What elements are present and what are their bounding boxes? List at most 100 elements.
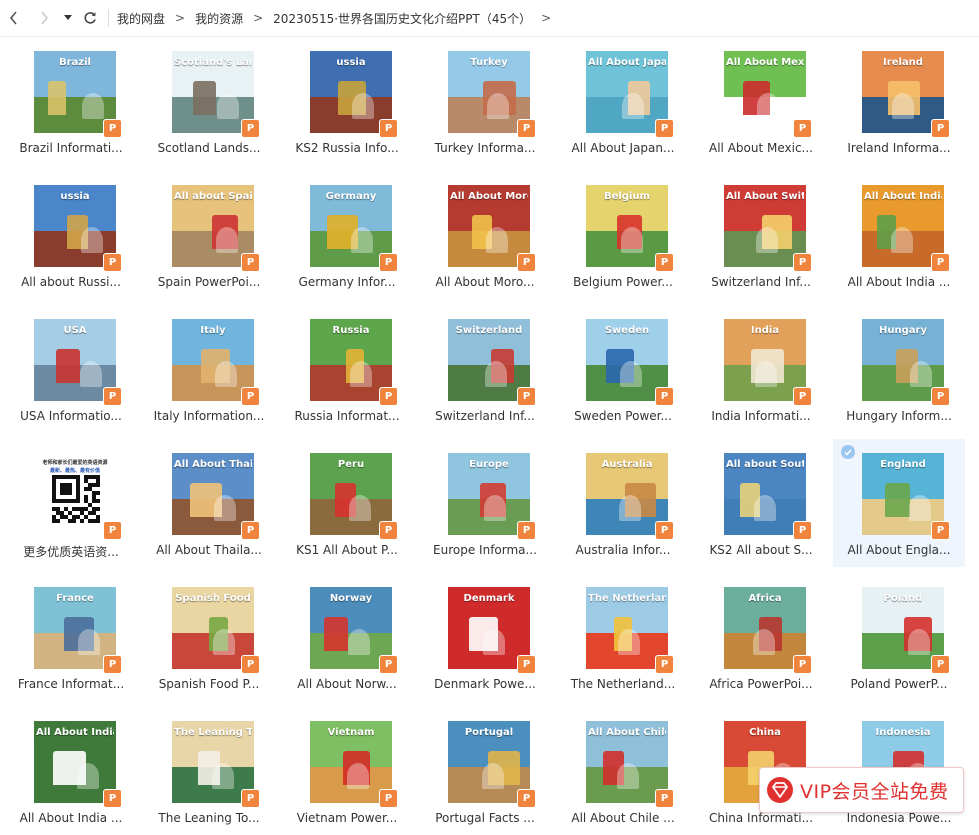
- file-item[interactable]: All About Mexico P All About Mexic...: [695, 37, 827, 165]
- thumbnail-title: Sweden: [604, 325, 650, 336]
- file-item[interactable]: Norway P All About Norw...: [281, 573, 413, 701]
- thumbnail-title: Ireland: [883, 57, 923, 68]
- file-item[interactable]: England P All About Engla...: [833, 439, 965, 567]
- vip-banner[interactable]: VIP会员全站免费: [759, 767, 964, 813]
- file-item[interactable]: All About Switzerland P Switzerland Inf...: [695, 171, 827, 299]
- breadcrumb-item-my-disk[interactable]: 我的网盘: [117, 10, 165, 27]
- file-item[interactable]: Poland P Poland PowerP...: [833, 573, 965, 701]
- file-thumbnail: All about Spain P: [172, 185, 259, 271]
- file-item[interactable]: Spanish Food P Spanish Food P...: [143, 573, 275, 701]
- file-item[interactable]: The Netherlands P The Netherland...: [557, 573, 689, 701]
- file-thumbnail: The Leaning Tower of Pisa P: [172, 721, 259, 807]
- thumbnail-title: Vietnam: [327, 727, 375, 738]
- thumbnail-shape: [484, 495, 506, 521]
- file-item[interactable]: ussia P All about Russi...: [5, 171, 137, 299]
- file-item[interactable]: Italy P Italy Information...: [143, 305, 275, 433]
- file-name: All about Russi...: [21, 275, 121, 289]
- thumbnail-shape: [619, 495, 641, 521]
- file-item[interactable]: Scotland's Landscape P Scotland Lands...: [143, 37, 275, 165]
- file-thumbnail: Brazil P: [34, 51, 121, 137]
- breadcrumb-item-my-resources[interactable]: 我的资源: [195, 10, 243, 27]
- ppt-file-icon: P: [380, 790, 397, 807]
- file-item[interactable]: Switzerland P Switzerland Inf...: [419, 305, 551, 433]
- thumbnail-title: Norway: [329, 593, 373, 604]
- ppt-file-icon: P: [794, 388, 811, 405]
- file-item[interactable]: All About India P All About India ...: [5, 707, 137, 835]
- breadcrumb-separator: >: [175, 11, 186, 25]
- ppt-file-icon: P: [656, 254, 673, 271]
- file-item[interactable]: Europe P Europe Informa...: [419, 439, 551, 567]
- file-item[interactable]: All About Japan P All About Japan...: [557, 37, 689, 165]
- toolbar-separator: [108, 9, 109, 27]
- file-item[interactable]: Africa P Africa PowerPoi...: [695, 573, 827, 701]
- file-name: Spain PowerPoi...: [157, 275, 261, 289]
- selected-check-icon[interactable]: [841, 445, 855, 459]
- file-item[interactable]: All About Chile P All About Chile ...: [557, 707, 689, 835]
- file-item[interactable]: Brazil P Brazil Informati...: [5, 37, 137, 165]
- refresh-button[interactable]: [78, 0, 102, 36]
- file-item[interactable]: Russia P Russia Informat...: [281, 305, 413, 433]
- file-item[interactable]: Peru P KS1 All About P...: [281, 439, 413, 567]
- file-name: Belgium Power...: [573, 275, 673, 289]
- forward-button[interactable]: [32, 0, 56, 36]
- file-thumbnail: All About Chile P: [586, 721, 673, 807]
- file-item[interactable]: Vietnam P Vietnam Power...: [281, 707, 413, 835]
- file-item[interactable]: Turkey P Turkey Informa...: [419, 37, 551, 165]
- thumbnail-title: Indonesia: [875, 727, 931, 738]
- history-dropdown-icon: [64, 15, 72, 20]
- ppt-file-icon: P: [794, 254, 811, 271]
- file-item[interactable]: All about South Korea P KS2 All about S...: [695, 439, 827, 567]
- file-item[interactable]: India P India Informati...: [695, 305, 827, 433]
- file-item[interactable]: Denmark P Denmark Powe...: [419, 573, 551, 701]
- file-item[interactable]: Portugal P Portugal Facts ...: [419, 707, 551, 835]
- thumbnail-shape: [485, 361, 507, 387]
- ppt-file-icon: P: [794, 120, 811, 137]
- ppt-file-icon: P: [380, 254, 397, 271]
- file-item[interactable]: All About India P All About India ...: [833, 171, 965, 299]
- file-item[interactable]: Hungary P Hungary Inform...: [833, 305, 965, 433]
- history-dropdown-button[interactable]: [60, 0, 76, 36]
- file-thumbnail: France P: [34, 587, 121, 673]
- file-name: Spanish Food P...: [158, 677, 260, 691]
- thumbnail-shape: [212, 763, 234, 789]
- thumbnail-title: Peru: [337, 459, 365, 470]
- file-thumbnail: Africa P: [724, 587, 811, 673]
- file-item[interactable]: ussia P KS2 Russia Info...: [281, 37, 413, 165]
- file-item[interactable]: The Leaning Tower of PisaPThe Leaning To…: [143, 707, 275, 835]
- back-button[interactable]: [2, 0, 26, 36]
- thumbnail-title: Russia: [332, 325, 370, 336]
- thumbnail-title: All about South Korea: [726, 459, 804, 470]
- file-item[interactable]: Ireland P Ireland Informa...: [833, 37, 965, 165]
- file-name: All About Japan...: [571, 141, 675, 155]
- thumbnail-shape: [483, 629, 505, 655]
- file-item[interactable]: USA P USA Informatio...: [5, 305, 137, 433]
- file-item[interactable]: France P France Informat...: [5, 573, 137, 701]
- file-item[interactable]: Australia P Australia Infor...: [557, 439, 689, 567]
- ppt-file-icon: P: [932, 120, 949, 137]
- file-name: Brazil Informati...: [19, 141, 123, 155]
- thumbnail-shape: [909, 495, 931, 521]
- file-thumbnail: Australia P: [586, 453, 673, 539]
- file-thumbnail: 老师和家长们最爱的英语资源 最新、最热、最有价值 P: [34, 453, 121, 539]
- file-item[interactable]: 老师和家长们最爱的英语资源 最新、最热、最有价值 P 更多优质英语资...: [5, 439, 137, 567]
- file-item[interactable]: All About Morocco P All About Moro...: [419, 171, 551, 299]
- thumbnail-shape: [753, 629, 775, 655]
- file-item[interactable]: All About Thailand P All About Thaila...: [143, 439, 275, 567]
- thumbnail-title: Switzerland: [455, 325, 523, 336]
- breadcrumb-item-current-folder[interactable]: 20230515·世界各国历史文化介绍PPT（45个）: [273, 10, 531, 27]
- navigation-bar: 我的网盘 > 我的资源 > 20230515·世界各国历史文化介绍PPT（45个…: [0, 0, 979, 36]
- thumbnail-title: Belgium: [604, 191, 650, 202]
- file-name: All About Moro...: [435, 275, 535, 289]
- file-thumbnail: Switzerland P: [448, 319, 535, 405]
- file-thumbnail: Turkey P: [448, 51, 535, 137]
- thumbnail-title: Denmark: [463, 593, 515, 604]
- thumbnail-title: Africa: [748, 593, 782, 604]
- file-item[interactable]: Belgium P Belgium Power...: [557, 171, 689, 299]
- ppt-file-icon: P: [518, 254, 535, 271]
- file-thumbnail: Sweden P: [586, 319, 673, 405]
- thumbnail-shape: [193, 81, 216, 115]
- file-item[interactable]: Sweden P Sweden Power...: [557, 305, 689, 433]
- file-item[interactable]: Germany P Germany Infor...: [281, 171, 413, 299]
- file-item[interactable]: All about Spain P Spain PowerPoi...: [143, 171, 275, 299]
- ppt-file-icon: P: [380, 388, 397, 405]
